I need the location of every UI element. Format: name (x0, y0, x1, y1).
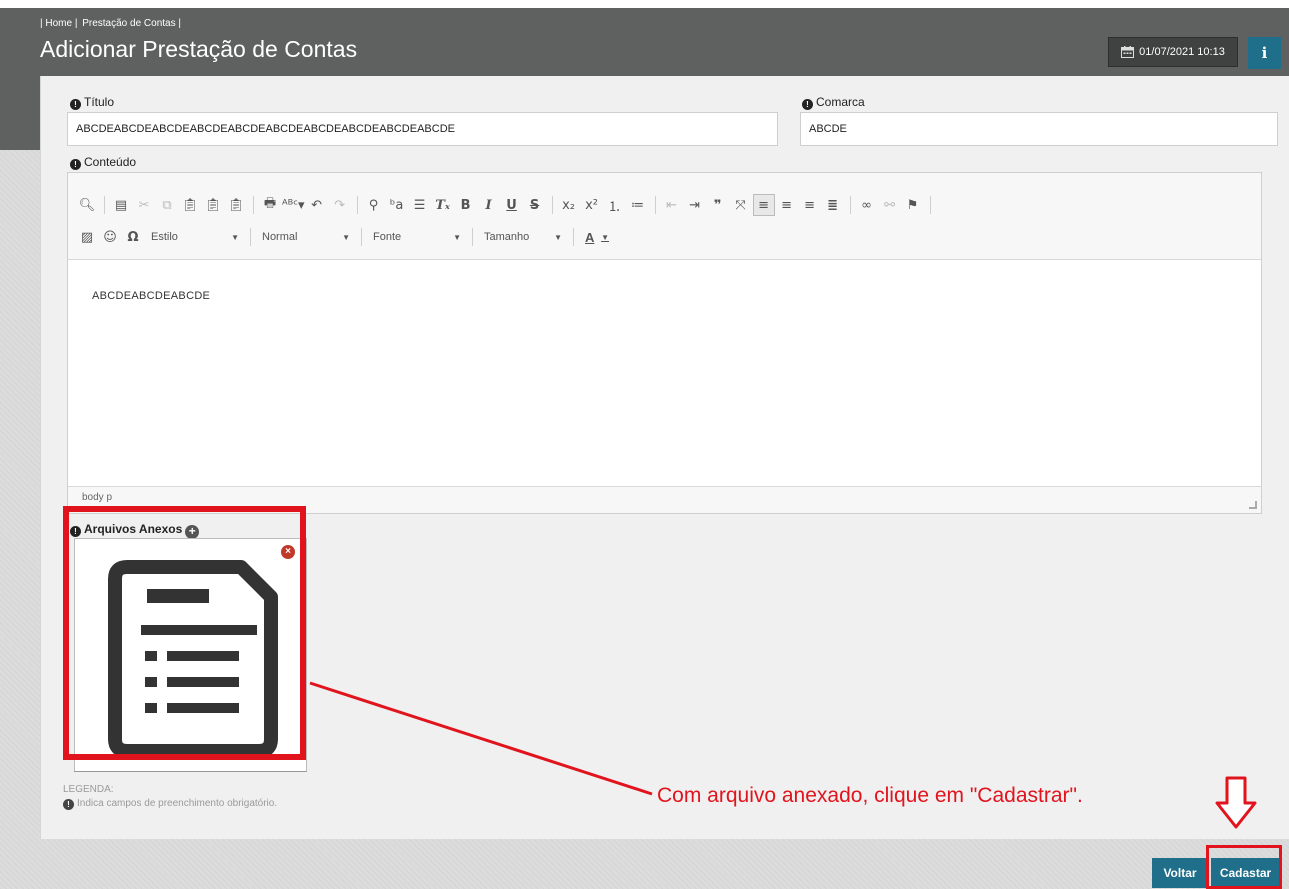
annotation-down-arrow-icon (1215, 776, 1257, 829)
annotation-callout: Com arquivo anexado, clique em "Cadastra… (657, 784, 1083, 807)
annotation-arrow-line (309, 681, 653, 796)
submit-highlight-box (1206, 845, 1282, 889)
back-button[interactable]: Voltar (1152, 858, 1208, 888)
